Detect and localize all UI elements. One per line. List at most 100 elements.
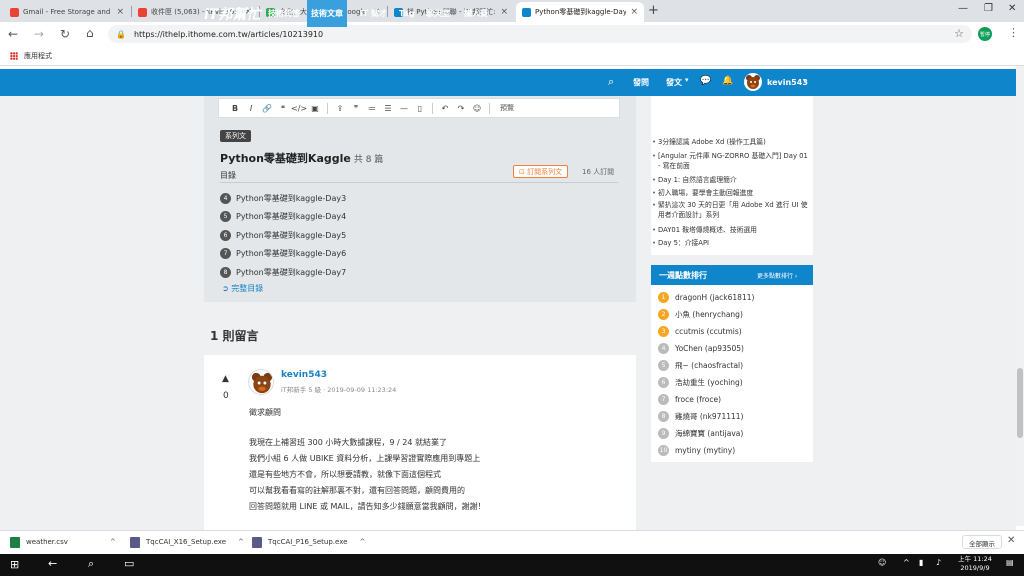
link-icon[interactable]: 🔗 xyxy=(259,104,275,113)
taskbar-back-icon[interactable]: ← xyxy=(48,557,57,570)
site-logo[interactable]: iT邦幫忙 xyxy=(204,4,260,24)
taskbar-clock[interactable]: 上午 11:24 2019/9/9 xyxy=(952,555,998,573)
notifications-icon[interactable]: ▤ xyxy=(1006,558,1014,567)
ranking-item[interactable]: 1 dragonH (jack61811) xyxy=(658,291,754,303)
sidebar-article-link[interactable]: Day 1: 自然語言處理簡介 xyxy=(652,175,808,185)
upvote-icon[interactable]: ▲ xyxy=(222,374,229,384)
browser-menu-icon[interactable]: ⋮ xyxy=(1008,26,1019,39)
series-article-item[interactable]: 7 Python零基礎到kaggle-Day6 xyxy=(220,247,346,259)
series-article-item[interactable]: 4 Python零基礎到kaggle-Day3 xyxy=(220,192,346,204)
window-close-icon[interactable]: ✕ xyxy=(1008,3,1016,14)
ranking-item[interactable]: 3 ccutmis (ccutmis) xyxy=(658,325,742,337)
ranking-item[interactable]: 5 飛~ (chaosfractal) xyxy=(658,359,743,371)
scrollbar-thumb[interactable] xyxy=(1017,368,1023,438)
image-icon[interactable]: ▣ xyxy=(307,104,323,113)
download-item[interactable]: TqcCAI_X16_Setup.exe ^ xyxy=(130,533,244,551)
sidebar-article-link[interactable]: 緊扒這次 30 天的日更「用 Adobe Xd 進行 UI 使用者介面設計」系列 xyxy=(652,200,808,220)
quote-icon[interactable]: ❝ xyxy=(275,104,291,113)
code-icon[interactable]: </> xyxy=(291,104,307,113)
nav-chat[interactable]: 聊天室 xyxy=(422,0,454,27)
comment-author-avatar[interactable] xyxy=(248,369,274,395)
ranking-item[interactable]: 10 mytiny (mytiny) xyxy=(658,444,735,456)
taskbar-search-icon[interactable]: ⌕ xyxy=(88,557,94,571)
bookmark-apps[interactable]: 應用程式 xyxy=(24,51,52,61)
shelf-close-icon[interactable]: ✕ xyxy=(1007,535,1015,546)
series-article-item[interactable]: 8 Python零基礎到kaggle-Day7 xyxy=(220,266,346,278)
redo-icon[interactable]: ↷ xyxy=(453,104,469,113)
ranking-item[interactable]: 8 雞燒哥 (nk971111) xyxy=(658,410,743,422)
bookmark-star-icon[interactable]: ☆ xyxy=(954,27,964,40)
task-view-icon[interactable]: ▭ xyxy=(124,557,134,570)
user-dropdown-icon[interactable]: ▾ xyxy=(803,77,806,84)
emoji-icon[interactable]: ☺ xyxy=(469,104,485,113)
chat-icon[interactable]: 💬 xyxy=(700,76,711,86)
tab-close-icon[interactable]: × xyxy=(630,7,638,17)
reload-icon[interactable]: ↻ xyxy=(60,27,70,41)
profile-avatar[interactable]: 暫停 xyxy=(978,27,992,41)
chevron-up-icon[interactable]: ^ xyxy=(238,538,244,546)
tray-arrow-icon[interactable]: ^ xyxy=(903,558,910,567)
download-item[interactable]: TqcCAI_P16_Setup.exe ^ xyxy=(252,533,365,551)
full-toc-link[interactable]: ➲ 完整目錄 xyxy=(222,283,263,294)
download-item[interactable]: weather.csv ^ xyxy=(10,533,116,551)
nav-jobs[interactable]: iT 徵才 xyxy=(356,0,391,27)
unordered-list-icon[interactable]: ☰ xyxy=(380,104,396,113)
post-dropdown-icon[interactable]: ▾ xyxy=(685,76,689,84)
ranking-item[interactable]: 6 浩劫重生 (yoching) xyxy=(658,376,743,388)
blockquote-icon[interactable]: ❞ xyxy=(348,104,364,113)
horizontal-rule-icon[interactable]: — xyxy=(396,104,412,113)
undo-icon[interactable]: ↶ xyxy=(437,104,453,113)
new-tab-button[interactable]: + xyxy=(648,3,659,18)
show-all-downloads-button[interactable]: 全部顯示 xyxy=(962,535,1002,549)
comment-author[interactable]: kevin543 xyxy=(281,370,327,380)
ask-button[interactable]: 發問 xyxy=(629,69,653,96)
tab-title: Gmail - Free Storage and Email fro xyxy=(23,8,112,16)
address-bar[interactable]: 🔒 https://ithelp.ithome.com.tw/articles/… xyxy=(108,25,972,43)
nav-tag[interactable]: Tag xyxy=(395,0,419,27)
apps-grid-icon[interactable] xyxy=(10,51,18,60)
tab-current-article[interactable]: Python零基礎到kaggle-Day8 - iT × xyxy=(516,2,644,22)
sidebar-article-link[interactable]: DAY01 鞍塔傳燒概述、技術選用 xyxy=(652,225,808,235)
battery-icon[interactable]: ▮ xyxy=(919,558,923,567)
ranking-item[interactable]: 4 YoChen (ap93505) xyxy=(658,342,744,354)
ranking-item[interactable]: 7 froce (froce) xyxy=(658,393,721,405)
ordered-list-icon[interactable]: ≔ xyxy=(364,104,380,113)
back-icon[interactable]: ← xyxy=(8,27,18,41)
bell-icon[interactable]: 🔔 xyxy=(722,76,733,86)
user-avatar[interactable] xyxy=(744,73,762,91)
sidebar-article-link[interactable]: Day 5：介接API xyxy=(652,238,808,248)
ranking-item[interactable]: 9 海綿寶寶 (antijava) xyxy=(658,427,743,439)
search-icon[interactable]: ⌕ xyxy=(608,75,614,89)
home-icon[interactable]: ⌂ xyxy=(86,26,94,40)
forward-icon[interactable]: → xyxy=(34,27,44,41)
series-article-item[interactable]: 5 Python零基礎到kaggle-Day4 xyxy=(220,210,346,222)
preview-button[interactable]: 預覽 xyxy=(500,103,514,113)
sidebar-article-link[interactable]: 初入職場，要學會主動回報進度 xyxy=(652,188,808,198)
video-icon[interactable]: ▯ xyxy=(412,104,428,113)
nav-articles[interactable]: 技術文章 xyxy=(307,0,347,27)
series-title[interactable]: Python零基礎到Kaggle 共 8 篇 xyxy=(220,150,383,166)
windows-start-icon[interactable]: ⊞ xyxy=(10,558,19,571)
page-scrollbar[interactable] xyxy=(1016,66,1024,526)
nav-qa[interactable]: 技術問答 xyxy=(264,0,304,27)
ranking-item[interactable]: 2 小魚 (henrychang) xyxy=(658,308,743,320)
subscribe-series-button[interactable]: ⊡ 訂閱系列文 xyxy=(513,165,569,178)
tab-close-icon[interactable]: × xyxy=(116,7,124,17)
volume-icon[interactable]: ♪ xyxy=(936,558,941,567)
chevron-up-icon[interactable]: ^ xyxy=(359,538,365,546)
upload-icon[interactable]: ⇪ xyxy=(332,104,348,113)
restore-icon[interactable]: ❐ xyxy=(984,3,993,14)
tab-gmail[interactable]: Gmail - Free Storage and Email fro × xyxy=(4,2,130,22)
italic-button[interactable]: I xyxy=(243,104,259,113)
tab-close-icon[interactable]: × xyxy=(500,7,508,17)
chevron-up-icon[interactable]: ^ xyxy=(110,538,116,546)
sidebar-article-link[interactable]: 3分鐘認識 Adobe Xd (操作工具篇) xyxy=(652,137,808,147)
person-icon[interactable]: ☺ xyxy=(878,558,886,567)
minimize-icon[interactable]: — xyxy=(958,3,968,14)
post-button[interactable]: 發文 xyxy=(662,69,686,96)
nav-ironman[interactable]: 鐵人賽 xyxy=(460,0,492,27)
sidebar-article-link[interactable]: [Angular 元件庫 NG-ZORRO 基礎入門] Day 01 - 寫在前… xyxy=(652,151,808,171)
more-ranking-link[interactable]: 更多點數排行 › xyxy=(757,271,797,280)
series-article-item[interactable]: 6 Python零基礎到kaggle-Day5 xyxy=(220,229,346,241)
bold-button[interactable]: B xyxy=(227,104,243,113)
